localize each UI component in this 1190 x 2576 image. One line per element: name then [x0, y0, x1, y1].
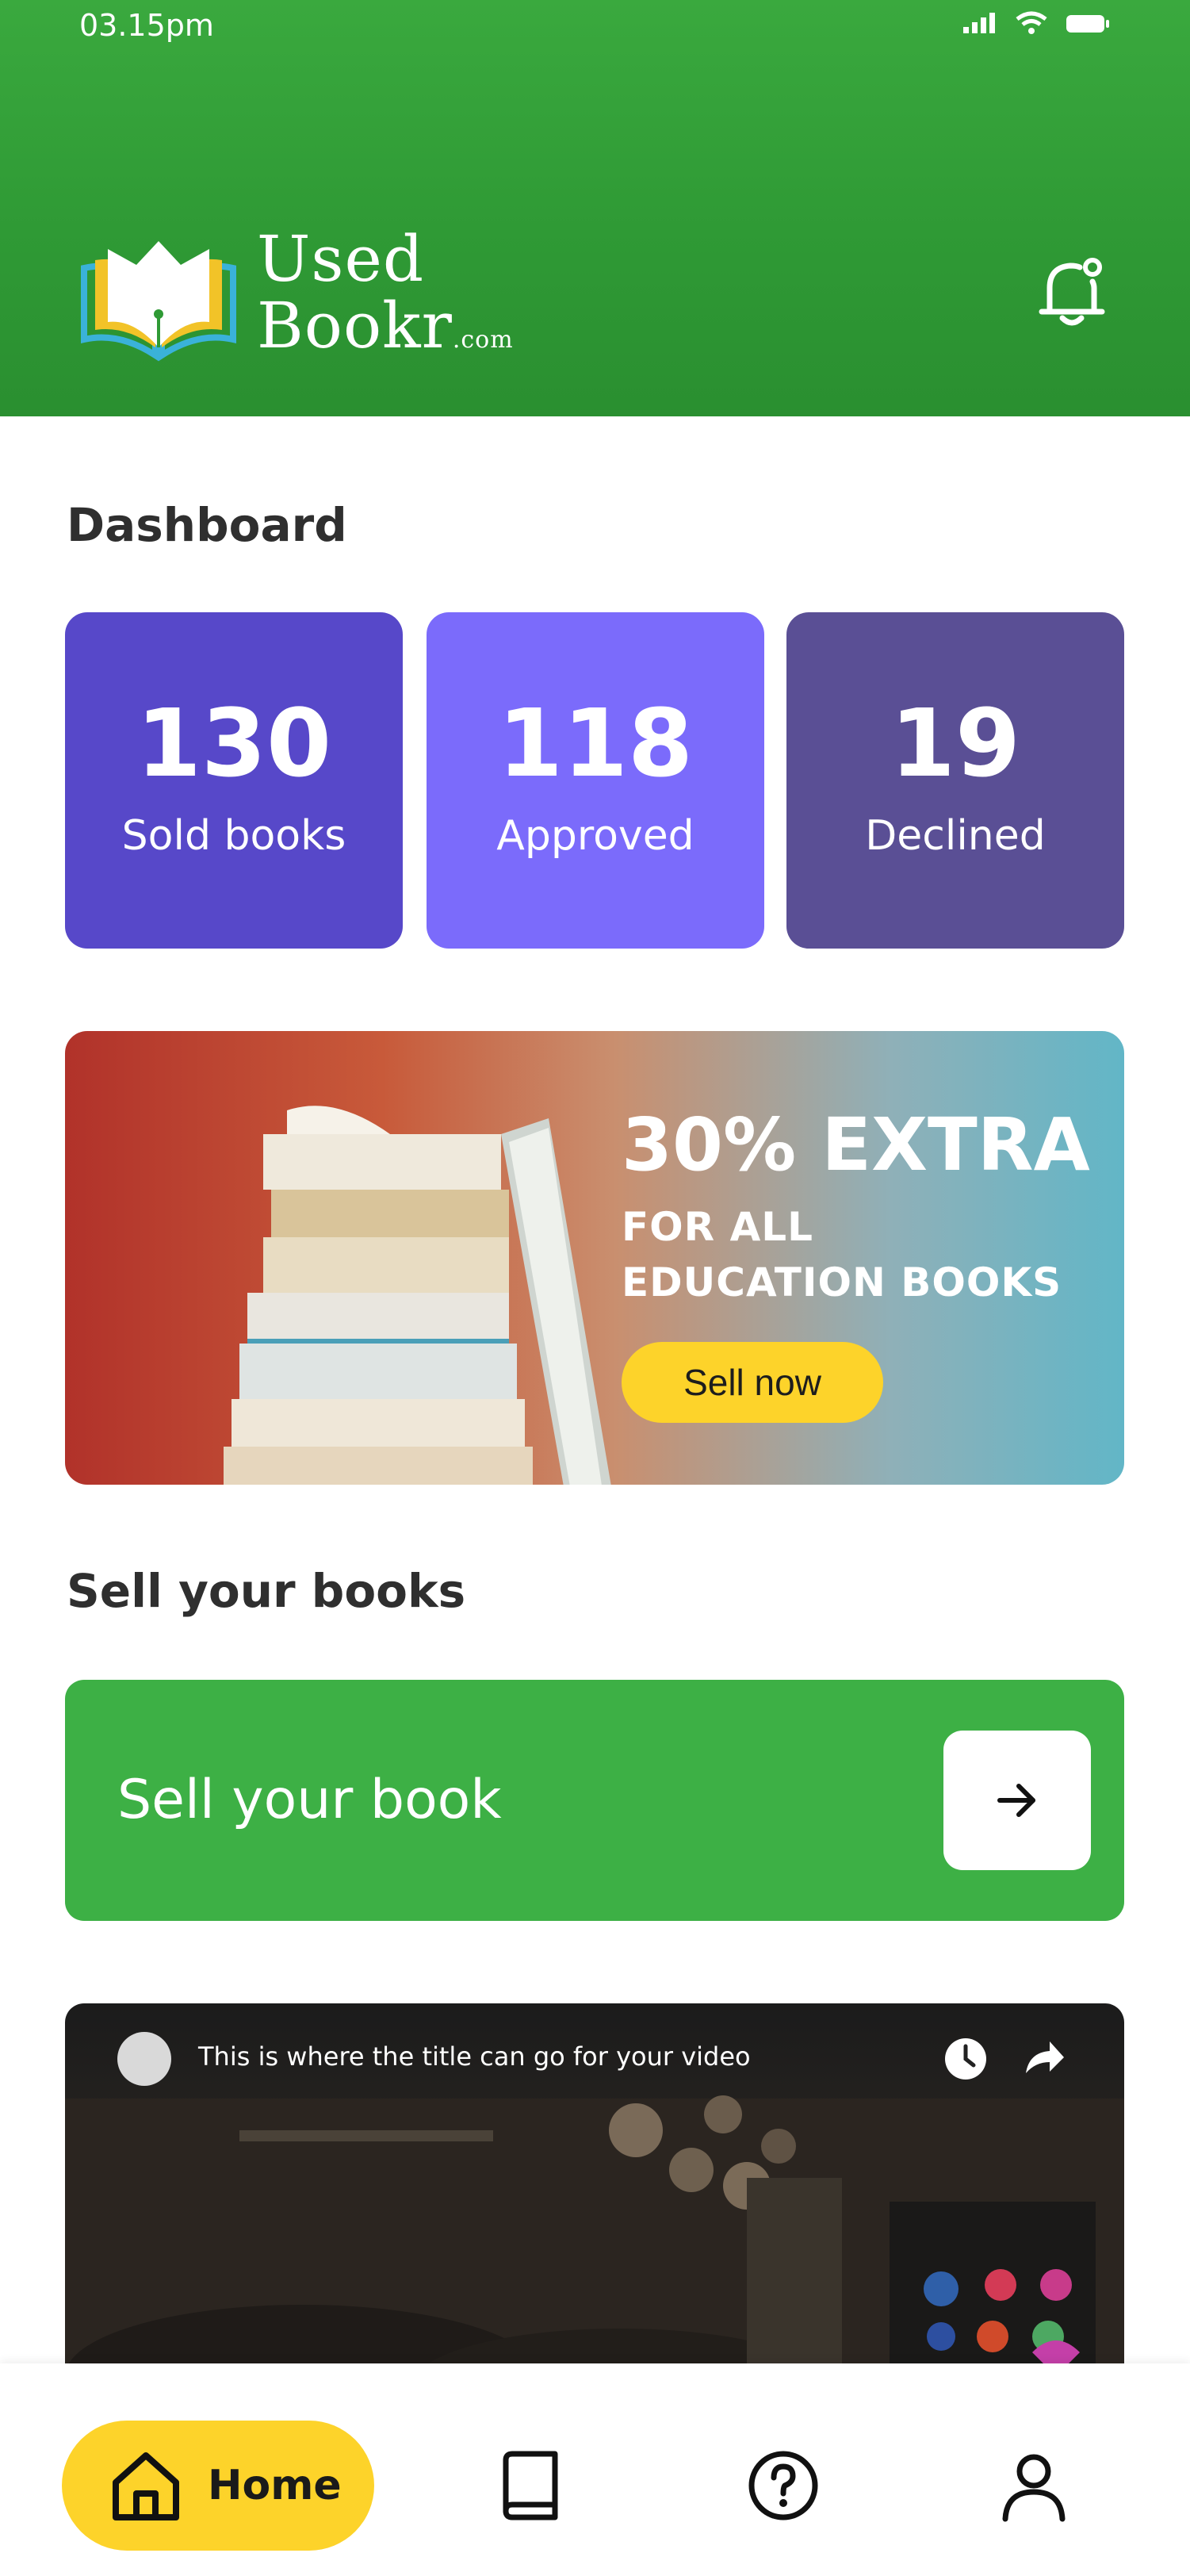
stat-card-approved[interactable]: 118 Approved — [427, 612, 764, 949]
stat-value: 118 — [497, 688, 694, 798]
book-stack-image — [224, 1106, 611, 1485]
sell-your-book-card[interactable]: Sell your book — [65, 1680, 1124, 1921]
promo-banner[interactable]: 30% EXTRA FOR ALL EDUCATION BOOKS Sell n… — [65, 1031, 1124, 1485]
book-logo-icon — [81, 241, 236, 362]
app-header: 03.15pm Used Bookr.com — [0, 0, 1190, 416]
sell-card-label: Sell your book — [117, 1769, 502, 1831]
dashboard-title: Dashboard — [67, 498, 347, 552]
logo-text-used: Used — [257, 222, 425, 296]
logo-text-bookr: Bookr.com — [257, 293, 514, 374]
arrow-right-icon — [997, 1784, 1035, 1817]
status-icons — [962, 11, 1111, 35]
promo-subtext: FOR ALL EDUCATION BOOKS — [622, 1204, 1062, 1305]
battery-icon — [1066, 15, 1109, 33]
stat-label: Declined — [865, 812, 1046, 860]
logo-text-suffix: .com — [452, 326, 514, 354]
stat-card-sold[interactable]: 130 Sold books — [65, 612, 403, 949]
logo-text-bookr-main: Bookr — [257, 289, 453, 362]
stat-label: Sold books — [121, 812, 346, 860]
home-icon — [113, 2452, 179, 2520]
bottom-navigation: Home — [0, 2363, 1190, 2576]
sell-now-button[interactable]: Sell now — [622, 1342, 883, 1423]
video-player[interactable]: This is where the title can go for your … — [65, 2003, 1124, 2416]
help-icon[interactable] — [745, 2448, 821, 2524]
watch-later-icon[interactable] — [942, 2035, 989, 2083]
sell-section-title: Sell your books — [67, 1564, 466, 1618]
stat-value: 130 — [136, 688, 332, 798]
stat-label: Approved — [496, 812, 694, 860]
app-logo[interactable]: Used Bookr.com — [79, 226, 514, 374]
signal-icon — [963, 13, 995, 33]
nav-home-label: Home — [208, 2462, 342, 2509]
stat-card-declined[interactable]: 19 Declined — [786, 612, 1124, 949]
share-icon[interactable] — [1020, 2035, 1067, 2083]
book-icon[interactable] — [492, 2448, 568, 2524]
sell-arrow-button[interactable] — [943, 1731, 1091, 1870]
video-title[interactable]: This is where the title can go for your … — [198, 2041, 751, 2072]
promo-headline: 30% EXTRA — [622, 1102, 1090, 1187]
profile-icon[interactable] — [996, 2448, 1072, 2524]
status-time: 03.15pm — [79, 8, 214, 43]
bell-icon[interactable] — [1032, 250, 1112, 329]
wifi-icon — [1016, 11, 1047, 34]
nav-home-tab[interactable]: Home — [62, 2421, 374, 2551]
video-channel-avatar[interactable] — [117, 2032, 171, 2086]
logo-wordmark: Used Bookr.com — [257, 226, 514, 374]
stat-value: 19 — [890, 688, 1021, 798]
